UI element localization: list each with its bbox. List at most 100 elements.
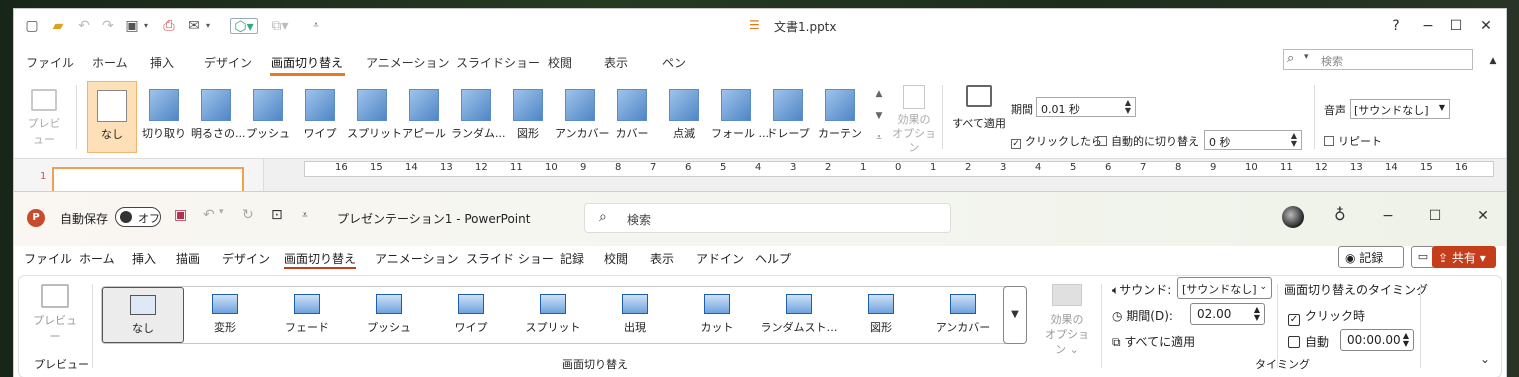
transition-push[interactable]: プッシュ xyxy=(348,287,430,343)
effect-options-button[interactable]: 効果の オプション xyxy=(890,83,938,155)
duration-spinner[interactable]: 0.01 秒 ▲ ▼ xyxy=(1036,97,1136,117)
transition-reveal[interactable]: 出現 xyxy=(594,287,676,343)
redo-icon[interactable]: ↷ xyxy=(100,18,116,34)
tab-addins[interactable]: アドイン xyxy=(696,250,744,267)
auto-advance-spinner[interactable]: 0 秒 ▲ ▼ xyxy=(1204,130,1302,150)
transition-curtains[interactable]: カーテン xyxy=(815,81,865,153)
search-dropdown-icon[interactable]: ▾ xyxy=(1304,52,1309,62)
search-input[interactable]: ⌕ 検索 xyxy=(584,203,951,233)
sound-select[interactable]: [サウンドなし] ▼ xyxy=(1350,99,1450,119)
tab-home[interactable]: ホーム xyxy=(92,54,128,71)
auto-time-spinner[interactable]: 00:00.00 ▲ ▼ xyxy=(1340,329,1414,351)
save-dropdown-icon[interactable]: ▾ xyxy=(138,18,154,34)
apply-all-button[interactable]: ⧉ すべてに適用 xyxy=(1112,333,1195,350)
auto-advance-checkbox[interactable]: 自動的に切り替え xyxy=(1097,133,1199,149)
tab-file[interactable]: ファイル xyxy=(24,250,72,267)
maximize-button[interactable]: ☐ xyxy=(1446,16,1466,36)
transition-shape[interactable]: 図形 xyxy=(503,81,553,153)
effect-options-button[interactable]: 効果の オプション ⌄ xyxy=(1042,284,1092,357)
on-click-checkbox[interactable]: ✓ クリックしたら xyxy=(1011,133,1102,149)
transition-fade[interactable]: 明るさの... xyxy=(191,81,246,153)
tab-review[interactable]: 校閲 xyxy=(604,250,628,267)
new-file-icon[interactable]: ▢ xyxy=(24,18,40,34)
transition-cut[interactable]: 切り取り xyxy=(139,81,189,153)
tab-design[interactable]: デザイン xyxy=(204,54,252,71)
close-button[interactable]: ✕ xyxy=(1476,16,1496,36)
tab-file[interactable]: ファイル xyxy=(26,54,74,71)
transition-wipe[interactable]: ワイプ xyxy=(295,81,345,153)
transition-random-bars[interactable]: ランダムスト… xyxy=(758,287,840,343)
tab-transitions[interactable]: 画面切り替え xyxy=(271,54,343,71)
collapse-ribbon-icon[interactable]: ▲ xyxy=(1483,51,1503,71)
tab-animations[interactable]: アニメーション xyxy=(366,54,450,71)
lightbulb-icon[interactable]: ♁ xyxy=(1334,205,1346,224)
transition-reveal[interactable]: アピール xyxy=(399,81,449,153)
transition-fade[interactable]: フェード xyxy=(266,287,348,343)
mail-dropdown-icon[interactable]: ▾ xyxy=(200,18,216,34)
shape-tool-icon[interactable]: ⬡▾ xyxy=(230,18,258,35)
minimize-button[interactable]: − xyxy=(1378,206,1398,226)
transition-uncover[interactable]: アンカバー xyxy=(555,81,610,153)
checkbox-icon[interactable] xyxy=(1288,336,1300,348)
tab-insert[interactable]: 挿入 xyxy=(132,250,156,267)
avatar[interactable] xyxy=(1282,206,1304,228)
on-click-checkbox[interactable]: ✓ クリック時 xyxy=(1288,307,1365,326)
gallery-scroll[interactable]: ▲ ▼ ⩡ xyxy=(872,83,886,151)
tab-animations[interactable]: アニメーション xyxy=(375,250,459,267)
spin-arrows-icon[interactable]: ▲ ▼ xyxy=(1291,132,1297,148)
undo-icon[interactable]: ↶ xyxy=(203,207,215,223)
apply-all-button[interactable]: すべて適用 xyxy=(949,83,1009,131)
record-button[interactable]: ◉ 記録 xyxy=(1338,246,1404,268)
checkbox-checked-icon[interactable]: ✓ xyxy=(1288,314,1300,326)
transition-none[interactable]: なし xyxy=(87,81,137,153)
minimize-button[interactable]: − xyxy=(1418,16,1438,36)
tab-design[interactable]: デザイン xyxy=(222,250,270,267)
arrange-icon[interactable]: ⧉▾ xyxy=(266,18,294,34)
transition-uncover[interactable]: アンカバー xyxy=(922,287,1004,343)
scroll-up-icon[interactable]: ▲ xyxy=(872,83,886,105)
transition-drape[interactable]: ドレープ xyxy=(763,81,813,153)
search-input[interactable]: ⌕ ▾ 検索 xyxy=(1283,49,1473,70)
collapse-ribbon-icon[interactable]: ⌄ xyxy=(1480,352,1490,366)
tab-pen[interactable]: ペン xyxy=(662,54,686,71)
more-icon[interactable]: ⩡ xyxy=(872,127,886,149)
print-icon[interactable]: ⎙ xyxy=(161,18,177,34)
checkbox-icon[interactable] xyxy=(1324,136,1334,146)
transition-morph[interactable]: 変形 xyxy=(184,287,266,343)
open-folder-icon[interactable]: ▰ xyxy=(50,18,66,34)
duration-spinner[interactable]: 02.00 ▲ ▼ xyxy=(1190,303,1265,325)
spin-arrows-icon[interactable]: ▲ ▼ xyxy=(1254,306,1260,322)
gallery-more-button[interactable]: ▼ xyxy=(1003,286,1027,344)
autosave-toggle[interactable]: オフ xyxy=(115,207,161,227)
preview-button[interactable]: プレビュー xyxy=(30,282,80,344)
save-icon[interactable]: ▣ xyxy=(174,207,187,223)
tab-slideshow[interactable]: スライド ショー xyxy=(466,250,554,267)
spin-arrows-icon[interactable]: ▲ ▼ xyxy=(1125,99,1131,115)
transition-split[interactable]: スプリット xyxy=(347,81,402,153)
tab-insert[interactable]: 挿入 xyxy=(150,54,174,71)
transition-random-bars[interactable]: ランダム... xyxy=(451,81,506,153)
customize-quick-access-icon[interactable]: ⩡ xyxy=(308,18,324,34)
share-button[interactable]: ⇪ 共有 ▾ xyxy=(1432,246,1496,268)
scroll-down-icon[interactable]: ▼ xyxy=(872,105,886,127)
tab-slideshow[interactable]: スライドショー xyxy=(456,54,540,71)
close-button[interactable]: ✕ xyxy=(1473,206,1493,226)
tab-draw[interactable]: 描画 xyxy=(176,250,200,267)
sound-select[interactable]: [サウンドなし] ⌄ xyxy=(1177,277,1272,299)
customize-quick-access-icon[interactable]: ⩡ xyxy=(302,210,308,221)
transition-none[interactable]: なし xyxy=(102,287,184,343)
transition-flash[interactable]: 点滅 xyxy=(659,81,709,153)
checkbox-icon[interactable] xyxy=(1097,136,1107,146)
transition-split[interactable]: スプリット xyxy=(512,287,594,343)
transition-cut[interactable]: カット xyxy=(676,287,758,343)
checkbox-checked-icon[interactable]: ✓ xyxy=(1011,139,1021,149)
tab-record[interactable]: 記録 xyxy=(560,250,584,267)
help-icon[interactable]: ? xyxy=(1386,16,1406,36)
tab-transitions[interactable]: 画面切り替え xyxy=(284,250,356,267)
transition-shape[interactable]: 図形 xyxy=(840,287,922,343)
undo-icon[interactable]: ↶ xyxy=(76,18,92,34)
tab-view[interactable]: 表示 xyxy=(604,54,628,71)
tab-review[interactable]: 校閲 xyxy=(548,54,572,71)
present-icon[interactable]: ⊡ xyxy=(271,207,283,223)
undo-dropdown-icon[interactable]: ▾ xyxy=(219,207,224,217)
